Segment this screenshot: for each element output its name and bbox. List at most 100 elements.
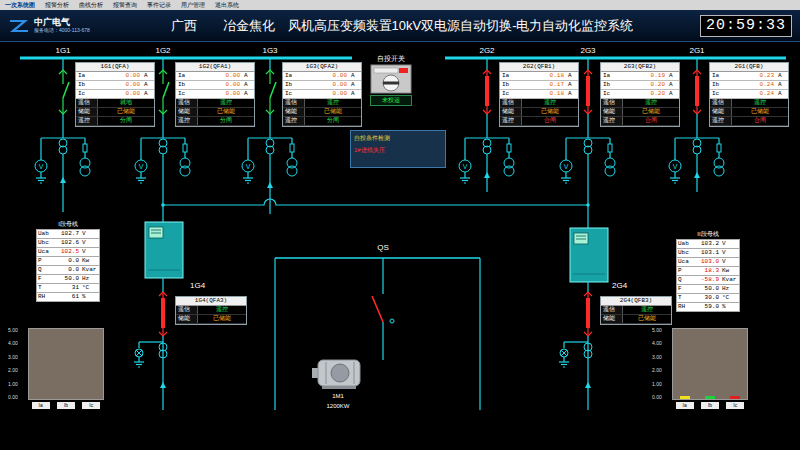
status-label: 遥信 [176,99,198,107]
menu-item[interactable]: 报警分析 [45,0,69,10]
menu-item[interactable]: 事件记录 [147,0,171,10]
motor-name: 1M1 [332,393,344,399]
circuit-breaker-icon [693,70,701,114]
meter-name: P [37,257,53,265]
menu-item[interactable]: 退出系统 [215,0,239,10]
status-value: 分闸 [98,117,154,125]
current-row: Ia0.00A [176,72,254,81]
voltage-transformer-icon [180,144,190,176]
current-name: Ia [283,72,297,80]
feeder-label: 1G1 [55,46,71,55]
voltmeter-symbol: V [139,163,144,170]
menu-item[interactable]: 报警查询 [113,0,137,10]
status-label: 遥信 [601,99,623,107]
status-row: 遥信遥控 [283,99,361,108]
voltmeter-symbol: V [246,163,251,170]
meter-name: RH [37,293,53,301]
meter-row: Ubc102.6V [36,239,100,248]
status-value: 已储能 [623,315,671,323]
current-value: 0.20 [615,90,667,98]
current-transformer-icon [266,139,274,154]
current-unit: A [566,72,578,80]
current-transformer-icon [584,343,592,358]
status-label: 储能 [176,108,198,116]
current-value: 0.00 [297,72,349,80]
current-name: Ib [176,81,190,89]
meter-value: 102.6 [53,239,81,247]
current-transformer-icon [584,139,592,154]
current-unit: A [242,90,254,98]
chart-axis: 5.004.003.002.001.000.00 [652,328,672,400]
meter-row: Uab103.2V [676,240,740,249]
rotary-switch-icon[interactable] [370,64,412,94]
category-label: Ia [32,402,50,409]
status-row: 遥控分闸 [176,117,254,126]
current-bar-chart: 5.004.003.002.001.000.00IaIbIc [8,328,104,409]
meter-unit: V [721,240,739,248]
meter-value: 50.0 [693,285,721,293]
circuit-breaker-icon [159,292,167,336]
status-row: 遥控分闸 [283,117,361,126]
status-label: 储能 [283,108,305,116]
monitor-canvas: 1G1V1G2V1G3V2G2V2G3V2G1V1G42G4QS1M11200K… [0,42,800,450]
outgoing-info-box: 1G4(QFA3)遥信遥控储能已储能 [175,296,247,325]
status-row: 遥信遥控 [176,99,254,108]
category-label: Ic [726,402,744,409]
current-value: 0.18 [514,90,566,98]
company-logo-icon [8,18,30,34]
current-row: Ib0.00A [176,81,254,90]
meter-name: Ubc [37,239,53,247]
voltmeter-icon: V [560,160,572,172]
meter-unit: Kw [81,257,99,265]
meter-value: 18.3 [693,267,721,275]
status-value: 遥控 [623,99,679,107]
current-name: Ib [283,81,297,89]
menu-bar: 一次系统图报警分析曲线分析报警查询事件记录用户管理退出系统 [0,0,800,10]
current-value: 0.18 [514,72,566,80]
meter-name: Ubc [677,249,693,257]
menu-item[interactable]: 一次系统图 [5,0,35,10]
status-row: 储能已储能 [176,108,254,117]
circuit-breaker-icon [483,70,491,114]
condition-title: 自投条件检测 [354,134,442,143]
motor-power: 1200KW [326,403,349,409]
meter-row: RH61% [36,293,100,302]
condition-panel: 自投条件检测1#进线失压 [350,130,446,168]
menu-item[interactable]: 用户管理 [181,0,205,10]
status-label: 储能 [500,108,522,116]
current-row: Ib0.24A [710,81,788,90]
current-bar-chart: 5.004.003.002.001.000.00IaIbIc [652,328,748,409]
status-label: 遥信 [76,99,98,107]
meter-name: Uab [37,230,53,238]
circuit-breaker-icon [266,70,276,114]
current-row: Ib0.20A [601,81,679,90]
menu-item[interactable]: 曲线分析 [79,0,103,10]
status-row: 遥信遥控 [710,99,788,108]
meter-unit: % [81,293,99,301]
axis-tick: 2.00 [652,368,672,373]
current-name: Ia [500,72,514,80]
chart-bar [705,396,715,399]
current-unit: A [667,72,679,80]
meter-unit: Kvar [721,276,739,284]
chart-axis: 5.004.003.002.001.000.00 [8,328,28,400]
current-row: Ic0.24A [710,90,788,99]
meter-unit: Hz [81,275,99,283]
current-name: Ib [76,81,90,89]
axis-tick: 5.00 [8,328,28,333]
status-row: 遥控分闸 [76,117,154,126]
axis-tick: 3.00 [8,355,28,360]
meter-name: T [677,294,693,302]
meter-value: 103.2 [693,240,721,248]
voltage-transformer-icon [714,144,724,176]
current-name: Ic [710,90,724,98]
category-label: Ib [701,402,719,409]
flow-arrow-icon [60,177,66,183]
box-title: 1G3(QFA2) [283,63,361,72]
box-title: 2G4(QFB3) [601,297,671,306]
feeder-info-box: 1G1(QFA)Ia0.00AIb0.00AIc0.00A遥信就地储能已储能遥控… [75,62,155,127]
status-row: 储能已储能 [500,108,578,117]
meter-row: P18.3Kw [676,267,740,276]
current-unit: A [242,72,254,80]
switch-state: 未投运 [370,95,412,106]
